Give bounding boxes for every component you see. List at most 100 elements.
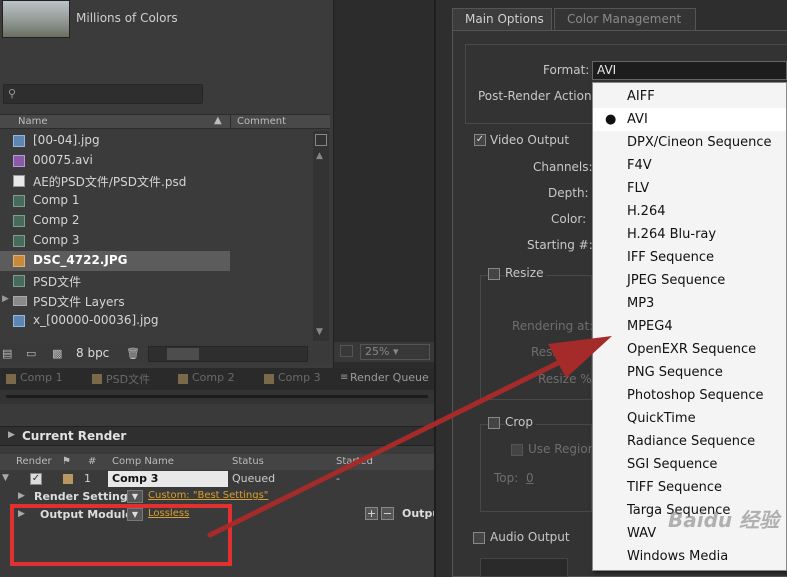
render-checkbox[interactable]: ✓ [30, 473, 42, 485]
project-item[interactable]: Comp 3 [0, 231, 312, 251]
region-of-interest-icon[interactable] [340, 345, 353, 357]
tab-color-management[interactable]: Color Management [554, 8, 696, 30]
format-option-selected[interactable]: ● AVI [593, 108, 786, 131]
project-item[interactable]: Comp 2 [0, 211, 312, 231]
crop-checkbox[interactable] [488, 417, 500, 429]
resize-checkbox[interactable] [488, 268, 500, 280]
column-render[interactable]: Render [16, 456, 52, 467]
format-option[interactable]: TIFF Sequence [593, 476, 786, 499]
format-option[interactable]: FLV [593, 177, 786, 200]
format-option[interactable]: Radiance Sequence [593, 430, 786, 453]
format-option[interactable]: PNG Sequence [593, 361, 786, 384]
viewer-footer: 25% ▾ [334, 342, 435, 362]
zoom-value: 25% [365, 345, 390, 358]
tab-main-options[interactable]: Main Options [452, 8, 552, 30]
project-item-selected[interactable]: DSC_4722.JPG [0, 251, 230, 271]
format-option[interactable]: DPX/Cineon Sequence [593, 131, 786, 154]
project-horizontal-scrollbar[interactable] [148, 346, 308, 362]
audio-settings-dropdown[interactable] [480, 558, 568, 577]
format-option[interactable]: OpenEXR Sequence [593, 338, 786, 361]
project-item[interactable]: x_[00000-00036].jpg [0, 311, 312, 331]
tab-comp-2[interactable]: Comp 2 [172, 371, 235, 389]
format-option[interactable]: H.264 [593, 200, 786, 223]
render-queue-item[interactable]: ▼ ✓ 1 Comp 3 Queued - [0, 471, 434, 487]
jpg-file-icon [13, 255, 25, 267]
comp-tab-icon [178, 374, 188, 384]
format-option[interactable]: MP3 [593, 292, 786, 315]
format-option[interactable]: SGI Sequence [593, 453, 786, 476]
project-item-label: Comp 2 [33, 213, 80, 227]
crop-group [480, 424, 592, 512]
project-item[interactable]: Comp 1 [0, 191, 312, 211]
scroll-up-icon[interactable]: ▲ [316, 151, 323, 161]
project-item[interactable]: 00075.avi [0, 151, 312, 171]
current-render-section[interactable]: ▶ Current Render [0, 426, 434, 446]
format-option-label: Photoshop Sequence [627, 388, 764, 403]
collapse-triangle-icon[interactable]: ▼ [2, 473, 9, 483]
expand-triangle-icon[interactable]: ▶ [2, 294, 9, 304]
bit-depth-button[interactable]: 8 bpc [76, 346, 109, 360]
tab-comp-1[interactable]: Comp 1 [0, 371, 63, 389]
column-number[interactable]: # [88, 456, 96, 467]
render-settings-dropdown[interactable]: ▼ [127, 490, 143, 503]
format-option[interactable]: Photoshop Sequence [593, 384, 786, 407]
column-started[interactable]: Started [336, 456, 373, 467]
format-option[interactable]: QuickTime [593, 407, 786, 430]
column-status[interactable]: Status [232, 456, 264, 467]
project-vertical-scrollbar[interactable]: ▲ ▼ [313, 131, 329, 341]
remove-output-module-button[interactable]: − [381, 507, 394, 520]
render-settings-value[interactable]: Custom: "Best Settings" [148, 490, 268, 501]
format-option-label: DPX/Cineon Sequence [627, 135, 772, 150]
new-folder-icon[interactable]: ▭ [26, 347, 36, 360]
scroll-down-icon[interactable]: ▼ [316, 327, 323, 337]
audio-output-checkbox[interactable] [473, 532, 485, 544]
project-search-input[interactable]: ⚲ [3, 84, 203, 104]
project-item-label: [00-04].jpg [33, 133, 100, 147]
format-option-label: H.264 [627, 204, 666, 219]
interpret-footage-icon[interactable]: ▤ [2, 347, 12, 360]
column-comment[interactable]: Comment [237, 116, 286, 127]
sort-ascending-icon[interactable]: ▲ [214, 115, 222, 126]
format-option[interactable]: Windows Media [593, 545, 786, 568]
project-item[interactable]: ▶ PSD文件 Layers [0, 291, 312, 311]
add-output-module-button[interactable]: + [365, 507, 378, 520]
crop-top-value[interactable]: 0 [526, 471, 534, 485]
format-option[interactable]: F4V [593, 154, 786, 177]
label-color-swatch[interactable] [63, 474, 73, 484]
current-render-title: Current Render [22, 429, 127, 443]
expand-triangle-icon[interactable]: ▶ [8, 430, 15, 440]
project-panel: Millions of Colors ⚲ Name ▲ Comment [00-… [0, 0, 333, 368]
format-option[interactable]: H.264 Blu-ray [593, 223, 786, 246]
magnification-dropdown[interactable]: 25% ▾ [360, 344, 430, 360]
render-settings-row: ▶ Render Settings: ▼ Custom: "Best Setti… [0, 489, 434, 505]
expand-triangle-icon[interactable]: ▶ [18, 491, 25, 501]
format-option[interactable]: AIFF [593, 85, 786, 108]
format-option-label: IFF Sequence [627, 250, 715, 265]
project-item[interactable]: [00-04].jpg [0, 131, 312, 151]
format-option[interactable]: MPEG4 [593, 315, 786, 338]
column-comp-name[interactable]: Comp Name [112, 456, 174, 467]
new-composition-icon[interactable]: ▩ [52, 347, 62, 360]
starting-number-label: Starting #: [527, 238, 593, 252]
label-tag-icon[interactable]: ⚑ [62, 456, 71, 467]
use-region-checkbox[interactable] [511, 444, 523, 456]
trash-icon[interactable]: 🗑 [126, 347, 140, 360]
composition-icon [13, 275, 25, 287]
project-item[interactable]: AE的PSD文件/PSD文件.psd [0, 171, 312, 191]
tab-label: Comp 1 [20, 371, 63, 384]
tab-comp-3[interactable]: Comp 3 [258, 371, 321, 389]
column-name[interactable]: Name [18, 116, 48, 127]
scrollbar-thumb[interactable] [167, 348, 199, 360]
format-option[interactable]: JPEG Sequence [593, 269, 786, 292]
composition-viewer: 25% ▾ [333, 0, 435, 368]
format-option[interactable]: IFF Sequence [593, 246, 786, 269]
queue-comp-name[interactable]: Comp 3 [108, 471, 228, 487]
project-item[interactable]: PSD文件 [0, 271, 312, 291]
tab-render-queue[interactable]: ≡ Render Queue [336, 371, 429, 389]
flowchart-icon[interactable] [315, 134, 327, 146]
format-dropdown[interactable]: AVI [592, 61, 787, 80]
format-option-label: QuickTime [627, 411, 696, 426]
tab-label: Comp 3 [278, 371, 321, 384]
tab-psd[interactable]: PSD文件 [86, 371, 150, 389]
video-output-checkbox[interactable]: ✓ [474, 134, 486, 146]
